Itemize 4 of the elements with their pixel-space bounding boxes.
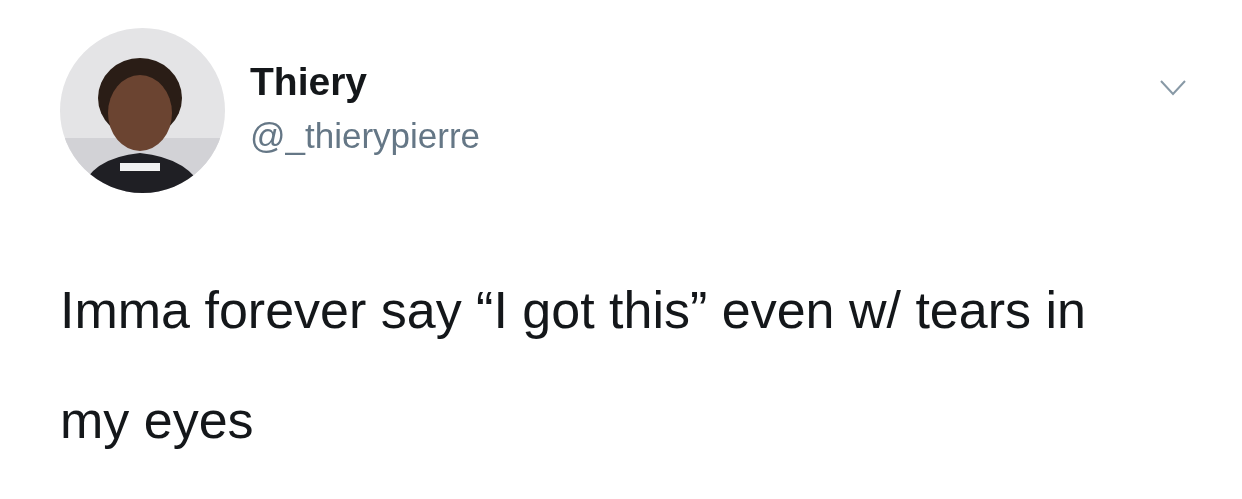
author-handle: @_thierypierre [250,115,481,157]
author-name: Thiery [250,59,369,105]
tweet-text: Imma forever say “I got this” even w/ tears in my eyes [60,280,1087,451]
chevron-down-icon[interactable] [1160,80,1186,96]
